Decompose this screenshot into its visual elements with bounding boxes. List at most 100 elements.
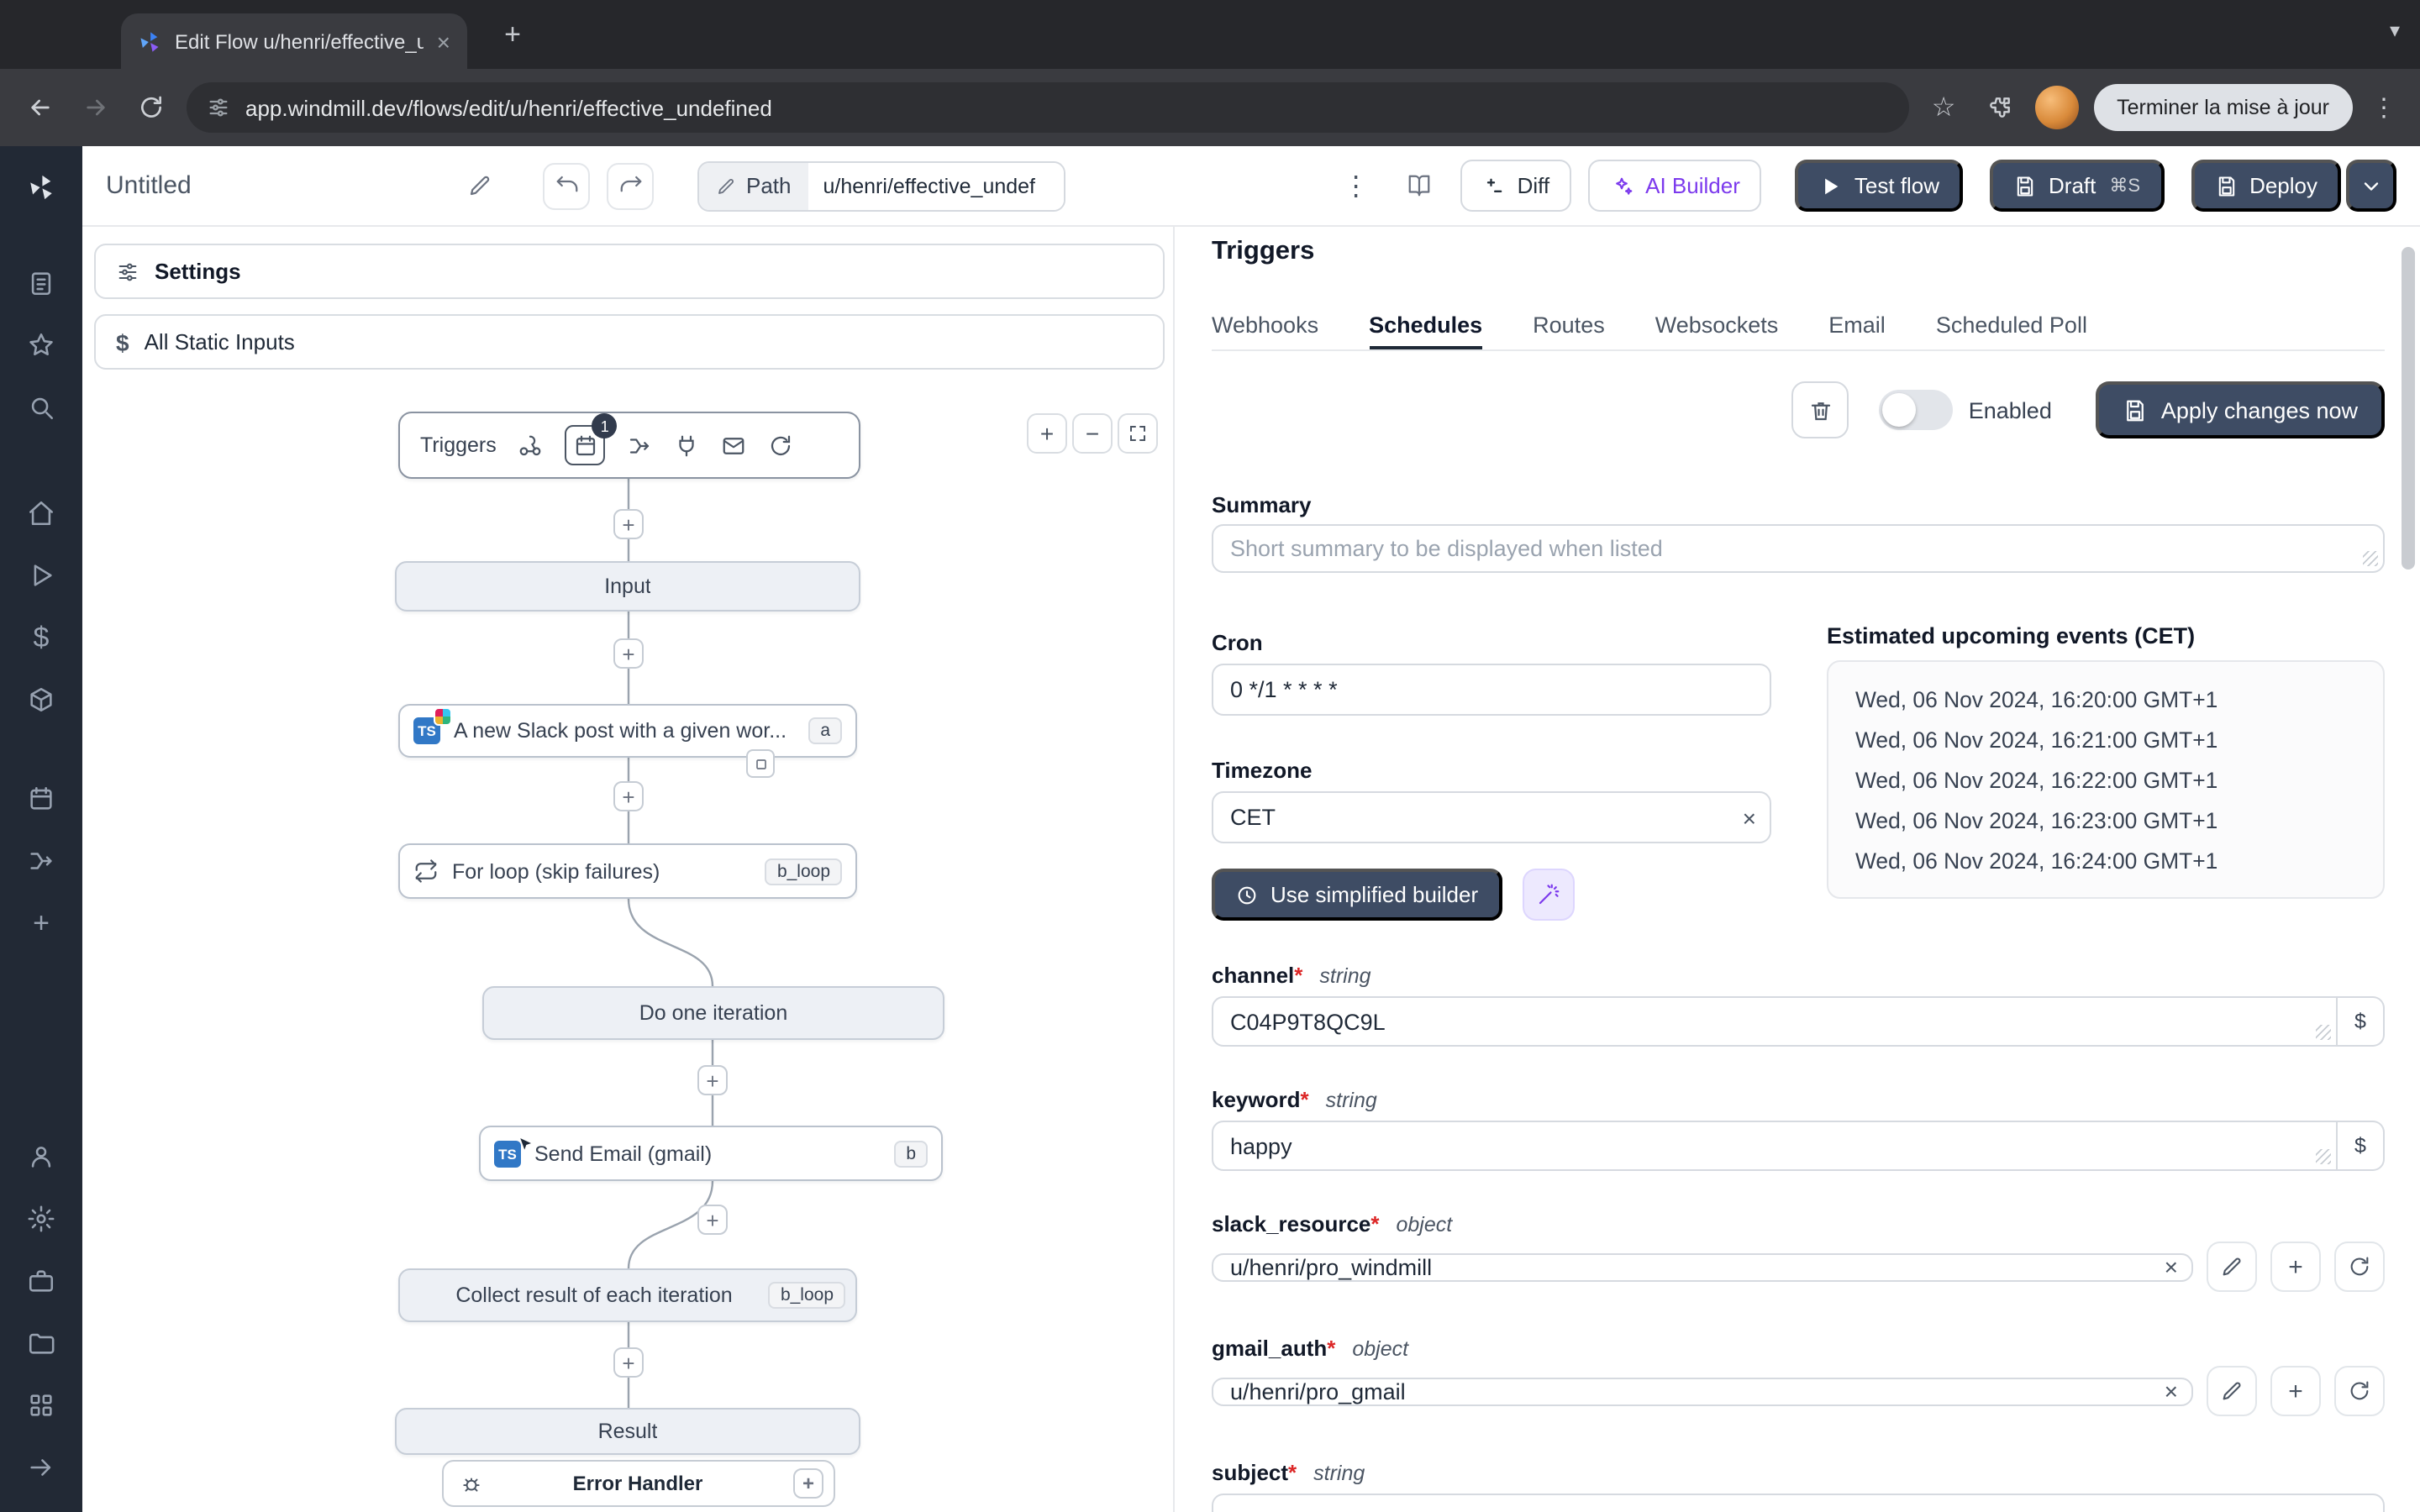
subject-input[interactable] — [1212, 1494, 2385, 1512]
sidebar-item-schedules[interactable] — [0, 768, 82, 830]
back-button[interactable] — [20, 87, 60, 128]
clear-resource-icon[interactable]: × — [2165, 1379, 2178, 1403]
reload-button[interactable] — [131, 87, 171, 128]
ai-cron-button[interactable] — [1522, 869, 1575, 921]
tab-scheduled-poll[interactable]: Scheduled Poll — [1936, 301, 2087, 349]
sidebar-item-favorites[interactable] — [0, 314, 82, 376]
flow-node-collect-result[interactable]: Collect result of each iteration b_loop — [398, 1268, 857, 1322]
sidebar-item-home[interactable] — [0, 482, 82, 544]
tab-routes[interactable]: Routes — [1533, 301, 1605, 349]
add-error-handler-button[interactable]: + — [793, 1468, 823, 1499]
new-tab-button[interactable]: + — [494, 17, 531, 54]
edit-title-button[interactable] — [455, 162, 502, 209]
email-icon[interactable] — [722, 433, 747, 458]
sidebar-item-add[interactable]: + — [0, 892, 82, 954]
panel-scrollbar[interactable] — [2396, 227, 2420, 1512]
fit-view-button[interactable] — [1118, 413, 1158, 454]
sidebar-item-runs-list[interactable] — [0, 252, 82, 314]
apply-changes-button[interactable]: Apply changes now — [2095, 381, 2385, 438]
clear-resource-icon[interactable]: × — [2165, 1255, 2178, 1278]
flow-title-box[interactable]: Untitled — [106, 162, 502, 209]
gmail-auth-input[interactable] — [1212, 1377, 2193, 1405]
keyword-input[interactable] — [1212, 1121, 2338, 1171]
browser-tab[interactable]: Edit Flow u/henri/effective_un × — [121, 13, 467, 69]
insert-step-button[interactable]: + — [613, 509, 644, 539]
delete-schedule-button[interactable] — [1791, 381, 1849, 438]
tab-websockets[interactable]: Websockets — [1655, 301, 1779, 349]
forward-button[interactable] — [76, 87, 116, 128]
windmill-logo[interactable] — [0, 156, 82, 218]
timezone-input[interactable] — [1212, 791, 1771, 843]
flow-node-input[interactable]: Input — [395, 561, 860, 612]
browser-menu-icon[interactable]: ⋮ — [2368, 92, 2400, 123]
sidebar-item-user[interactable] — [0, 1126, 82, 1188]
insert-step-button[interactable]: + — [613, 781, 644, 811]
clear-timezone-icon[interactable]: × — [1743, 806, 1756, 829]
simplified-builder-button[interactable]: Use simplified builder — [1212, 869, 1502, 921]
edit-resource-button[interactable] — [2207, 1242, 2257, 1292]
error-handler-node[interactable]: Error Handler + — [442, 1460, 835, 1507]
sidebar-item-variables[interactable]: $ — [0, 606, 82, 669]
cron-input[interactable] — [1212, 664, 1771, 716]
tab-schedules[interactable]: Schedules — [1369, 301, 1482, 349]
sidebar-collapse-button[interactable] — [0, 1436, 82, 1499]
refresh-resource-button[interactable] — [2334, 1242, 2385, 1292]
sidebar-item-settings[interactable] — [0, 1188, 82, 1250]
tab-close-icon[interactable]: × — [437, 29, 450, 53]
docs-button[interactable] — [1397, 162, 1444, 209]
sidebar-item-folders[interactable] — [0, 1312, 82, 1374]
insert-variable-button[interactable]: $ — [2338, 1121, 2385, 1171]
insert-step-button[interactable]: + — [697, 1065, 728, 1095]
tab-webhooks[interactable]: Webhooks — [1212, 301, 1318, 349]
undo-button[interactable] — [543, 162, 590, 209]
flow-node-result[interactable]: Result — [395, 1408, 860, 1455]
insert-step-button[interactable]: + — [697, 1205, 728, 1235]
sidebar-item-triggers[interactable] — [0, 830, 82, 892]
flow-node-forloop[interactable]: For loop (skip failures) b_loop — [398, 843, 857, 899]
flow-node-send-email[interactable]: TS Send Email (gmail) b — [479, 1126, 943, 1181]
tab-search-icon[interactable]: ▾ — [2390, 18, 2400, 42]
insert-variable-button[interactable]: $ — [2338, 996, 2385, 1047]
edit-resource-button[interactable] — [2207, 1366, 2257, 1416]
webhook-icon[interactable] — [518, 433, 544, 458]
diff-button[interactable]: Diff — [1460, 160, 1572, 212]
zoom-out-button[interactable]: − — [1072, 413, 1113, 454]
static-inputs-row[interactable]: $ All Static Inputs — [94, 314, 1165, 370]
routes-icon[interactable] — [628, 433, 653, 458]
ai-builder-button[interactable]: AI Builder — [1588, 160, 1762, 212]
sidebar-item-resources[interactable] — [0, 669, 82, 731]
insert-step-button[interactable]: + — [613, 638, 644, 669]
extensions-button[interactable] — [1979, 87, 2019, 128]
add-resource-button[interactable]: + — [2270, 1366, 2321, 1416]
toolbar-menu-button[interactable]: ⋮ — [1333, 162, 1380, 209]
insert-step-button[interactable]: + — [613, 1347, 644, 1378]
bookmark-star-icon[interactable]: ☆ — [1923, 87, 1964, 128]
url-bar[interactable]: app.windmill.dev/flows/edit/u/henri/effe… — [187, 82, 1909, 133]
scheduled-poll-icon[interactable] — [769, 433, 794, 458]
sidebar-item-search[interactable] — [0, 376, 82, 438]
flow-node-slack-step[interactable]: TS A new Slack post with a given wor... … — [398, 704, 857, 758]
refresh-resource-button[interactable] — [2334, 1366, 2385, 1416]
path-input[interactable] — [808, 162, 1064, 209]
browser-update-button[interactable]: Terminer la mise à jour — [2093, 84, 2353, 131]
websocket-icon[interactable] — [675, 433, 700, 458]
zoom-in-button[interactable]: + — [1027, 413, 1067, 454]
schedule-trigger-button[interactable]: 1 — [565, 413, 618, 465]
flow-node-do-one-iteration[interactable]: Do one iteration — [482, 986, 944, 1040]
flow-settings-row[interactable]: Settings — [94, 244, 1165, 299]
draft-button[interactable]: Draft ⌘S — [1990, 160, 2165, 212]
redo-button[interactable] — [607, 162, 654, 209]
add-resource-button[interactable]: + — [2270, 1242, 2321, 1292]
sidebar-item-apps[interactable] — [0, 1374, 82, 1436]
deploy-dropdown-button[interactable] — [2346, 160, 2396, 212]
slack-resource-input[interactable] — [1212, 1252, 2193, 1281]
triggers-node[interactable]: Triggers 1 — [398, 412, 860, 479]
enabled-toggle[interactable] — [1879, 390, 1954, 430]
add-branch-button[interactable] — [746, 749, 775, 778]
test-flow-button[interactable]: Test flow — [1795, 160, 1964, 212]
sidebar-item-workspace[interactable] — [0, 1250, 82, 1312]
deploy-button[interactable]: Deploy — [2191, 160, 2341, 212]
profile-avatar[interactable] — [2034, 86, 2079, 129]
scrollbar-thumb[interactable] — [2402, 247, 2415, 570]
summary-input[interactable] — [1212, 524, 2385, 573]
